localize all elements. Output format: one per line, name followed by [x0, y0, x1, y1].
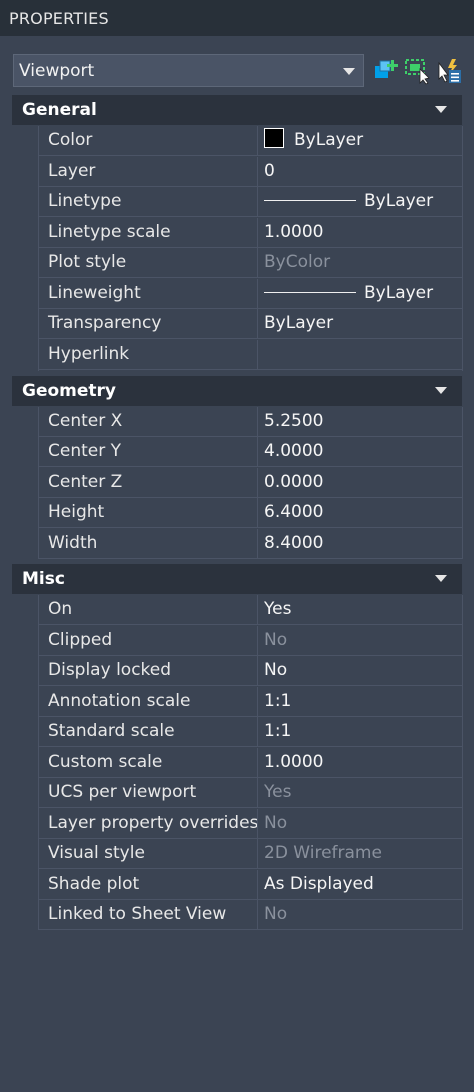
section-misc-header[interactable]: Misc — [12, 564, 462, 594]
geometry-grid-frame — [38, 407, 463, 559]
misc-grid-frame — [38, 595, 463, 930]
section-title: General — [22, 100, 97, 120]
chevron-down-icon — [343, 68, 355, 75]
collapse-arrow-icon[interactable] — [435, 106, 447, 113]
general-grid-frame — [38, 126, 463, 371]
collapse-arrow-icon[interactable] — [435, 387, 447, 394]
palette-titlebar[interactable]: PROPERTIES — [0, 0, 474, 36]
section-general-header[interactable]: General — [12, 95, 462, 125]
quick-select-icon[interactable] — [436, 57, 464, 85]
section-title: Misc — [22, 569, 65, 589]
section-title: Geometry — [22, 381, 116, 401]
object-type-value: Viewport — [19, 61, 95, 81]
palette-title: PROPERTIES — [9, 9, 109, 28]
select-objects-icon[interactable] — [404, 57, 432, 85]
section-geometry-header[interactable]: Geometry — [12, 376, 462, 406]
toggle-pickadd-icon[interactable] — [372, 57, 400, 85]
collapse-arrow-icon[interactable] — [435, 575, 447, 582]
object-type-dropdown[interactable]: Viewport — [13, 54, 364, 87]
